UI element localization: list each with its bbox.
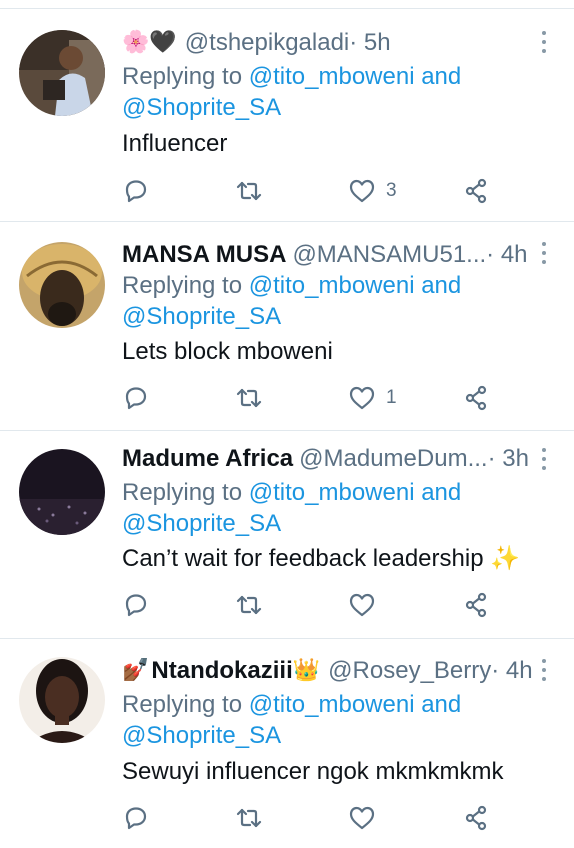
replying-to: Replying to @tito_mboweni and @Shoprite_… <box>122 689 552 751</box>
user-handle[interactable]: @MadumeDum... <box>299 444 487 474</box>
crown-emoji: 👑 <box>292 658 321 683</box>
reply-button[interactable] <box>122 382 150 414</box>
like-button[interactable] <box>348 802 386 834</box>
like-icon <box>349 179 375 203</box>
like-button[interactable]: 1 <box>348 382 397 414</box>
mention-link[interactable]: @tito_mboweni <box>249 63 415 90</box>
reply-icon <box>125 180 147 203</box>
share-icon <box>465 805 487 831</box>
tweet-time[interactable]: · 5h <box>349 28 390 58</box>
like-button[interactable] <box>348 589 386 621</box>
retweet-button[interactable] <box>235 175 263 207</box>
tweet-text: Lets block mboweni <box>122 338 333 365</box>
share-icon <box>465 178 487 204</box>
mention-link[interactable]: @tito_mboweni <box>249 272 415 299</box>
like-icon <box>349 806 375 830</box>
replying-to: Replying to @tito_mboweni and @Shoprite_… <box>122 61 552 123</box>
tweet-3[interactable]: Madume Africa @MadumeDum... · 3h Replyin… <box>0 431 574 639</box>
retweet-button[interactable] <box>235 802 263 834</box>
avatar[interactable] <box>19 657 105 743</box>
avatar[interactable] <box>19 449 105 535</box>
display-name[interactable]: MANSA MUSA <box>122 240 286 270</box>
reply-button[interactable] <box>122 802 150 834</box>
tweet-actions: 1 <box>122 382 502 414</box>
like-count: 1 <box>386 387 397 408</box>
tweet-header: Madume Africa @MadumeDum... · 3h <box>122 444 532 474</box>
reply-button[interactable] <box>122 589 150 621</box>
share-icon <box>465 592 487 618</box>
tweet-time[interactable]: · 3h <box>488 444 529 474</box>
share-button[interactable] <box>462 589 490 621</box>
more-options-icon[interactable] <box>538 242 550 264</box>
share-button[interactable] <box>462 802 490 834</box>
name-emoji: 💅🏾 <box>122 658 150 683</box>
mention-link[interactable]: @Shoprite_SA <box>122 303 281 330</box>
avatar[interactable] <box>19 30 105 116</box>
tweet-actions <box>122 589 502 621</box>
replying-prefix: Replying to <box>122 479 249 506</box>
user-handle[interactable]: @tshepikgaladi <box>185 28 349 58</box>
tweet-actions <box>122 802 502 834</box>
like-button[interactable]: 3 <box>348 175 397 207</box>
reply-icon <box>125 387 147 410</box>
retweet-icon <box>236 181 262 201</box>
tweet-header: MANSA MUSA @MANSAMU51... · 4h <box>122 240 532 270</box>
replying-prefix: Replying to <box>122 272 249 299</box>
replying-prefix: Replying to <box>122 691 249 718</box>
more-options-icon[interactable] <box>538 448 550 470</box>
mention-link[interactable]: @Shoprite_SA <box>122 722 281 749</box>
tweet-header: 💅🏾 Ntandokaziii 👑 @Rosey_Berry · 4h <box>122 656 533 686</box>
and-text[interactable]: and <box>415 479 461 506</box>
replying-prefix: Replying to <box>122 63 249 90</box>
retweet-icon <box>236 388 262 408</box>
avatar[interactable] <box>19 242 105 328</box>
tweet-time[interactable]: · 4h <box>486 240 527 270</box>
mention-link[interactable]: @tito_mboweni <box>249 479 415 506</box>
tweet-text: Influencer <box>122 130 228 157</box>
retweet-button[interactable] <box>235 382 263 414</box>
display-name[interactable]: Ntandokaziii <box>151 656 292 686</box>
more-options-icon[interactable] <box>538 31 550 53</box>
tweet-1[interactable]: 🌸🖤 @tshepikgaladi · 5h Replying to @tito… <box>0 9 574 222</box>
and-text[interactable]: and <box>415 63 461 90</box>
reply-button[interactable] <box>122 175 150 207</box>
like-icon <box>349 386 375 410</box>
tweet-time[interactable]: · 4h <box>491 656 532 686</box>
mention-link[interactable]: @Shoprite_SA <box>122 94 281 121</box>
reply-icon <box>125 807 147 830</box>
retweet-button[interactable] <box>235 589 263 621</box>
and-text[interactable]: and <box>415 272 461 299</box>
mention-link[interactable]: @Shoprite_SA <box>122 510 281 537</box>
share-icon <box>465 385 487 411</box>
replying-to: Replying to @tito_mboweni and @Shoprite_… <box>122 477 552 539</box>
tweet-2[interactable]: MANSA MUSA @MANSAMU51... · 4h Replying t… <box>0 222 574 431</box>
tweet-4[interactable]: 💅🏾 Ntandokaziii 👑 @Rosey_Berry · 4h Repl… <box>0 639 574 848</box>
display-name[interactable]: Madume Africa <box>122 444 293 474</box>
and-text[interactable]: and <box>415 691 461 718</box>
mention-link[interactable]: @tito_mboweni <box>249 691 415 718</box>
like-icon <box>349 593 375 617</box>
user-handle[interactable]: @Rosey_Berry <box>328 656 491 686</box>
more-options-icon[interactable] <box>538 659 550 681</box>
reply-icon <box>125 594 147 617</box>
tweet-actions: 3 <box>122 175 502 207</box>
retweet-icon <box>236 808 262 828</box>
tweet-header: 🌸🖤 @tshepikgaladi · 5h <box>122 28 532 58</box>
share-button[interactable] <box>462 382 490 414</box>
tweet-text: Can’t wait for feedback leadership ✨ <box>122 545 521 572</box>
replying-to: Replying to @tito_mboweni and @Shoprite_… <box>122 270 552 332</box>
user-handle[interactable]: @MANSAMU51... <box>292 240 486 270</box>
like-count: 3 <box>386 180 397 201</box>
name-emoji: 🌸🖤 <box>122 30 177 55</box>
share-button[interactable] <box>462 175 490 207</box>
retweet-icon <box>236 595 262 615</box>
tweet-text: Sewuyi influencer ngok mkmkmkmk <box>122 758 504 785</box>
